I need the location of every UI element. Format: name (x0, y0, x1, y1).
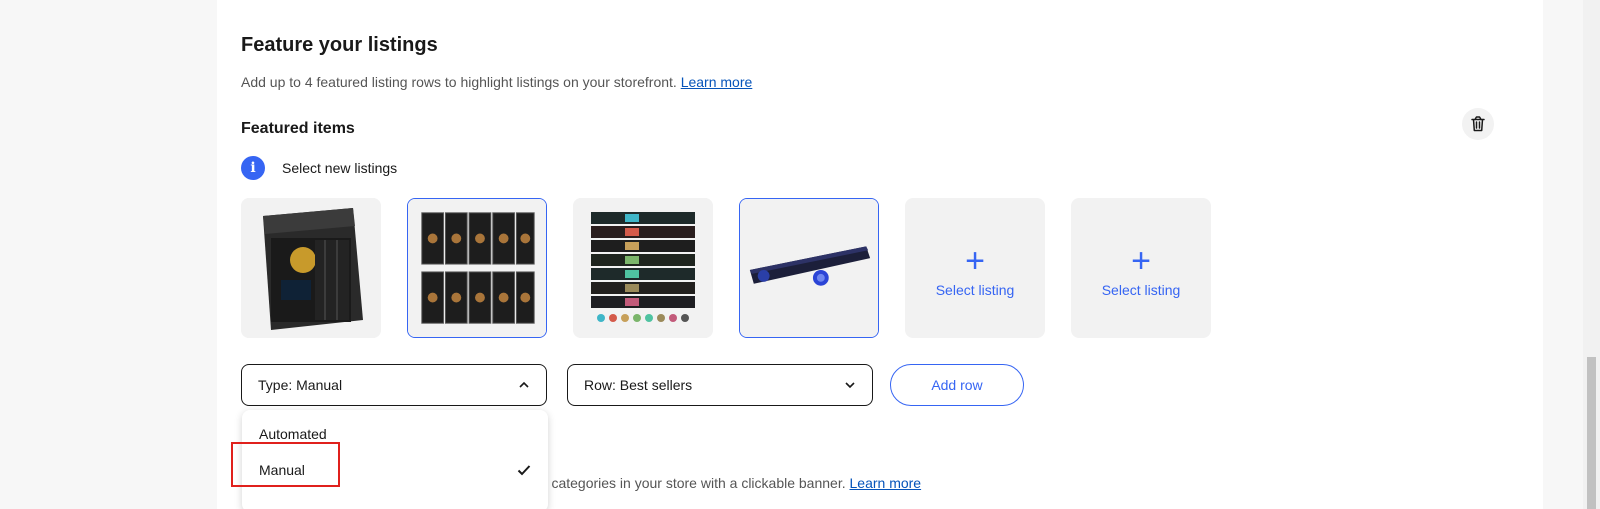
feature-description: Add up to 4 featured listing rows to hig… (241, 74, 752, 90)
select-listing-content: + Select listing (1071, 198, 1211, 338)
trash-icon (1471, 116, 1485, 132)
row-select-value: Row: Best sellers (584, 377, 693, 393)
option-label: Automated (259, 426, 327, 442)
listing-tile[interactable] (241, 198, 381, 338)
select-listing-button[interactable]: + Select listing (905, 198, 1045, 338)
learn-more-link[interactable]: Learn more (681, 74, 753, 90)
product-image (408, 199, 546, 337)
page-scrollbar[interactable] (1583, 0, 1600, 509)
product-image (241, 198, 381, 338)
chevron-up-icon (519, 381, 529, 388)
listing-tile[interactable] (573, 198, 713, 338)
info-text: Select new listings (282, 160, 398, 176)
product-image (740, 199, 878, 337)
plus-icon: + (965, 242, 985, 280)
checkmark-icon (517, 465, 531, 476)
page-title: Feature your listings (241, 34, 438, 56)
row-select[interactable]: Row: Best sellers (567, 364, 873, 406)
listing-tile[interactable] (739, 198, 879, 338)
select-listing-label: Select listing (1101, 282, 1181, 298)
select-listing-content: + Select listing (905, 198, 1045, 338)
type-select[interactable]: Type: Manual (241, 364, 547, 406)
scrollbar-thumb[interactable] (1587, 357, 1596, 509)
product-image (573, 198, 713, 338)
banner-learn-more-link[interactable]: Learn more (850, 475, 922, 491)
plus-icon: + (1131, 242, 1151, 280)
type-select-value: Type: Manual (258, 377, 343, 393)
add-row-button[interactable]: Add row (890, 364, 1024, 406)
featured-listing-tiles: + Select listing + Select listing (241, 198, 1211, 338)
feature-description-text: Add up to 4 featured listing rows to hig… (241, 74, 677, 90)
delete-row-button[interactable] (1462, 108, 1494, 140)
select-listing-button[interactable]: + Select listing (1071, 198, 1211, 338)
info-icon: i (241, 156, 265, 180)
row-controls: Type: Manual Row: Best sellers Add row (241, 364, 1024, 406)
featured-items-title: Featured items (241, 120, 355, 137)
listing-tile[interactable] (407, 198, 547, 338)
select-listing-label: Select listing (935, 282, 1015, 298)
chevron-down-icon (845, 382, 855, 389)
info-message: i Select new listings (241, 156, 397, 180)
annotation-highlight-box (231, 442, 340, 487)
